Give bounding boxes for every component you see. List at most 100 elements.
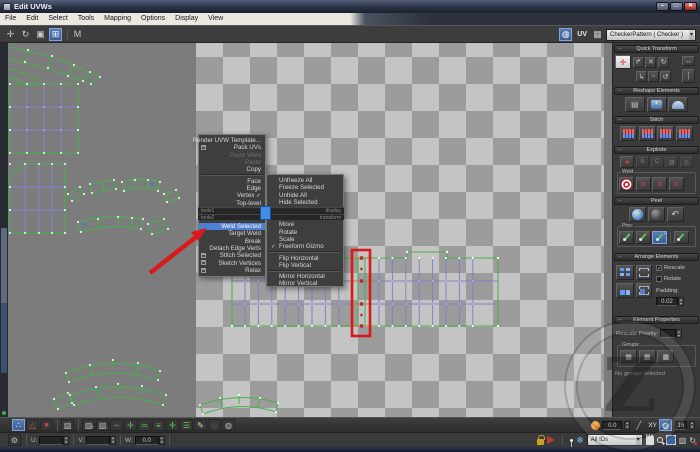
- option-box-icon[interactable]: [201, 253, 206, 258]
- pack-normalize-button[interactable]: [616, 265, 634, 280]
- grid-size-spinner[interactable]: [689, 421, 695, 430]
- rotate-tool-icon[interactable]: ↻: [19, 28, 32, 41]
- rescale-elements-button[interactable]: [636, 265, 652, 280]
- menu-item-face[interactable]: Face: [199, 177, 265, 184]
- menu-select[interactable]: Select: [43, 13, 72, 25]
- menu-item-rotate[interactable]: Rotate: [267, 228, 343, 235]
- close-button[interactable]: [684, 2, 697, 11]
- rescale-checkbox[interactable]: [656, 265, 662, 271]
- space-horizontal-button[interactable]: ↔: [682, 56, 695, 66]
- break-by-angle-button[interactable]: A: [636, 156, 649, 168]
- option-box-icon[interactable]: [201, 260, 206, 265]
- menu-item-unhide-all[interactable]: Unhide All: [267, 192, 343, 199]
- reset-peel-button[interactable]: ↶: [667, 207, 684, 222]
- weld-all-button[interactable]: ✕: [652, 177, 667, 191]
- rescale-priority-field[interactable]: [660, 329, 676, 338]
- explode-button[interactable]: ✶: [620, 156, 634, 168]
- menu-item-scale[interactable]: Scale: [267, 236, 343, 243]
- material-ids-dropdown[interactable]: All IDs: [587, 434, 643, 446]
- menu-item-edge[interactable]: Edge: [199, 185, 265, 192]
- loop-selection-button[interactable]: ≡: [152, 419, 165, 431]
- stitch-average-button[interactable]: [657, 126, 674, 141]
- align-vertical-button[interactable]: ↳: [636, 71, 647, 82]
- menu-edit[interactable]: Edit: [21, 13, 43, 25]
- menu-item-mirror-horizontal[interactable]: Mirror Horizontal: [267, 273, 343, 280]
- options-gear-button[interactable]: ⚙: [8, 434, 21, 446]
- reshape-elements-header[interactable]: Reshape Elements: [614, 87, 699, 95]
- v-spinner[interactable]: [110, 436, 116, 445]
- rotate-ccw-button[interactable]: ↺: [660, 71, 671, 82]
- menu-file[interactable]: File: [0, 13, 21, 25]
- option-box-icon[interactable]: [201, 268, 206, 273]
- unpin-tool-button[interactable]: ✕: [636, 231, 651, 244]
- zoom-region-icon[interactable]: [666, 435, 676, 445]
- weld-selected-button[interactable]: ✕: [636, 177, 651, 191]
- menu-item-top-level[interactable]: Top-level: [199, 199, 265, 206]
- background-toggle-icon[interactable]: ◍: [659, 419, 672, 431]
- menu-item-pack-uvs[interactable]: Pack UVs: [199, 144, 265, 151]
- break-by-material-button[interactable]: ▧: [665, 156, 678, 168]
- lock-icon[interactable]: [537, 439, 544, 445]
- align-pivot-button[interactable]: ✛: [615, 55, 631, 69]
- pan-hand-icon[interactable]: [646, 436, 654, 445]
- brush-falloff-small-button[interactable]: ◌: [208, 419, 221, 431]
- soft-selection-field[interactable]: 0.0: [602, 421, 622, 430]
- minimize-button[interactable]: [656, 2, 669, 11]
- edge-mode-button[interactable]: △: [26, 419, 39, 431]
- relax-until-flat-button[interactable]: [668, 97, 688, 112]
- straighten-selection-button[interactable]: ✦: [647, 97, 667, 112]
- pin-status-icon[interactable]: [570, 439, 573, 442]
- grow-element-button[interactable]: ▧+: [82, 419, 95, 431]
- option-box-icon[interactable]: [201, 145, 206, 150]
- menu-view[interactable]: View: [203, 13, 228, 25]
- menu-options[interactable]: Options: [136, 13, 170, 25]
- rotate-checkbox[interactable]: [656, 276, 662, 282]
- pin-selected-button[interactable]: ▪: [652, 231, 667, 244]
- padding-spinner[interactable]: [678, 297, 684, 306]
- maximize-button[interactable]: [670, 2, 683, 11]
- peel-header[interactable]: Peel: [614, 197, 699, 205]
- falloff-curve-icon[interactable]: ╱: [632, 419, 645, 431]
- menu-item-flip-horizontal[interactable]: Flip Horizontal: [267, 254, 343, 261]
- shrink-element-button[interactable]: ▧−: [96, 419, 109, 431]
- quick-transform-header[interactable]: Quick Transform: [614, 45, 699, 53]
- freeze-snowflake-icon[interactable]: ❄: [576, 435, 584, 446]
- brush-falloff-large-button[interactable]: ◍: [222, 419, 235, 431]
- v-field[interactable]: [86, 436, 110, 445]
- menu-tools[interactable]: Tools: [73, 13, 99, 25]
- menu-item-weld-selected[interactable]: Weld Selected: [199, 223, 265, 230]
- menu-item-sketch-vertices[interactable]: Sketch Vertices: [199, 259, 265, 266]
- align-cross-button[interactable]: ✕: [645, 57, 656, 68]
- pin-tool-button[interactable]: [619, 231, 634, 244]
- grid-toggle-icon[interactable]: ▦: [591, 28, 604, 41]
- texture-dropdown[interactable]: CheckerPattern ( Checker ): [606, 29, 696, 41]
- axis-space-label[interactable]: XY: [648, 422, 657, 429]
- stitch-target-button[interactable]: [676, 126, 693, 141]
- group-select-button[interactable]: ▦: [657, 350, 674, 363]
- menu-item-move[interactable]: Move: [267, 221, 343, 228]
- group-ungroup-button[interactable]: ▦: [639, 350, 656, 363]
- weld-break-button[interactable]: ✕: [669, 177, 684, 191]
- u-field[interactable]: [39, 436, 63, 445]
- scale-tool-icon[interactable]: ▣: [34, 28, 47, 41]
- menu-item-flip-vertical[interactable]: Flip Vertical: [267, 262, 343, 269]
- zoom-extents-icon[interactable]: ▧: [679, 436, 687, 445]
- zoom-to-gizmo-icon[interactable]: ↻: [689, 436, 696, 445]
- paint-select-button[interactable]: ✎: [194, 419, 207, 431]
- menu-item-copy[interactable]: Copy: [199, 166, 265, 173]
- grow-selection-button[interactable]: ✛: [124, 419, 137, 431]
- vertex-mode-button[interactable]: ∴: [12, 419, 25, 431]
- break-by-smoothing-button[interactable]: C: [651, 156, 664, 168]
- menu-item-hide-selected[interactable]: Hide Selected: [267, 199, 343, 206]
- edge-loop-button[interactable]: ╌: [110, 419, 123, 431]
- mirror-tool-icon[interactable]: M: [71, 28, 84, 41]
- menu-item-mirror-vertical[interactable]: Mirror Vertical: [267, 280, 343, 287]
- break-by-element-button[interactable]: ◎: [680, 156, 693, 168]
- arrange-elements-header[interactable]: Arrange Elements: [614, 253, 699, 261]
- snap-toggle-icon[interactable]: ◍: [559, 28, 572, 41]
- menu-item-vertex[interactable]: Vertex: [199, 192, 265, 199]
- explode-header[interactable]: Explode: [614, 146, 699, 154]
- menu-item-target-weld[interactable]: Target Weld: [199, 230, 265, 237]
- stitch-custom-button[interactable]: [620, 126, 637, 141]
- soft-selection-spinner[interactable]: [624, 421, 630, 430]
